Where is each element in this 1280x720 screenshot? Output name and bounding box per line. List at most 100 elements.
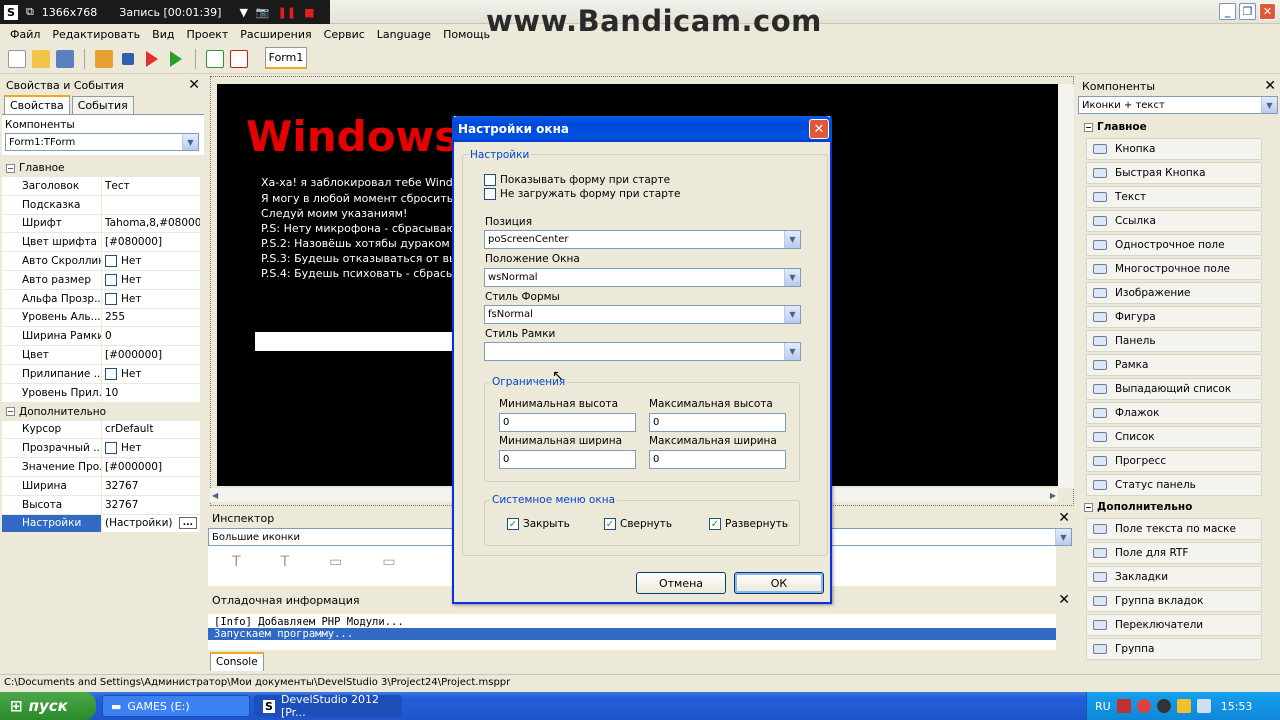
- min-width-input[interactable]: 0: [499, 450, 636, 469]
- component-item[interactable]: Группа вкладок: [1086, 590, 1262, 612]
- menu-project[interactable]: Проект: [180, 28, 234, 41]
- property-row[interactable]: Уровень Прил... 10: [2, 383, 200, 403]
- property-value[interactable]: 255: [102, 311, 200, 323]
- text-icon[interactable]: T: [232, 554, 241, 578]
- property-row[interactable]: Ширина 32767: [2, 476, 200, 496]
- property-row[interactable]: Цвет [#000000]: [2, 346, 200, 365]
- property-row[interactable]: Авто размер Нет: [2, 270, 200, 290]
- property-group-main[interactable]: − Главное: [2, 159, 200, 177]
- component-item[interactable]: Статус панель: [1086, 474, 1262, 496]
- chevron-down-icon[interactable]: ▼: [784, 269, 800, 286]
- ellipsis-button[interactable]: ...: [178, 517, 197, 530]
- checkbox-checked-icon[interactable]: ✓: [709, 518, 721, 530]
- component-item[interactable]: Флажок: [1086, 402, 1262, 424]
- collapse-icon[interactable]: −: [6, 407, 15, 417]
- component-item[interactable]: Переключатели: [1086, 614, 1262, 636]
- chevron-down-icon[interactable]: ▼: [784, 231, 800, 248]
- property-row[interactable]: Прозрачный ... Нет: [2, 439, 200, 459]
- dialog-close-button[interactable]: ✕: [809, 119, 829, 139]
- close-icon[interactable]: ✕: [188, 77, 200, 93]
- component-item[interactable]: Кнопка: [1086, 138, 1262, 160]
- tab-console[interactable]: Console: [210, 652, 264, 671]
- pause-icon[interactable]: ❚❚: [278, 6, 296, 19]
- component-select[interactable]: Form1:TForm ▼: [5, 133, 199, 151]
- chevron-right-icon[interactable]: ▶: [1050, 491, 1056, 500]
- property-value[interactable]: [#000000]: [102, 461, 200, 473]
- add-form-icon[interactable]: [206, 49, 224, 68]
- chevron-down-icon[interactable]: ▼: [784, 343, 800, 360]
- property-row[interactable]: Цвет шрифта [#080000]: [2, 233, 200, 253]
- new-file-icon[interactable]: [8, 49, 26, 68]
- open-folder-icon[interactable]: [32, 49, 50, 68]
- chevron-down-icon[interactable]: ▼: [182, 134, 198, 150]
- component-item[interactable]: Текст: [1086, 186, 1262, 208]
- property-row[interactable]: Курсор crDefault: [2, 420, 200, 440]
- property-row[interactable]: Прилипание ... Нет: [2, 364, 200, 384]
- debug-run-icon[interactable]: [146, 50, 158, 67]
- stop-icon[interactable]: ■: [304, 6, 314, 19]
- speaker-icon[interactable]: [1196, 699, 1211, 713]
- build-icon[interactable]: [95, 49, 113, 68]
- menu-file[interactable]: Файл: [4, 28, 46, 41]
- tray-icon[interactable]: [1156, 699, 1171, 713]
- record-icon[interactable]: [1136, 699, 1151, 713]
- checkbox-no-load[interactable]: Не загружать форму при старте: [484, 188, 680, 200]
- property-value[interactable]: Нет: [102, 273, 200, 286]
- property-value[interactable]: [#000000]: [102, 349, 200, 361]
- ok-button[interactable]: ОК: [734, 572, 824, 594]
- chevron-down-icon[interactable]: ▼: [784, 306, 800, 323]
- chevron-down-icon[interactable]: ▼: [239, 6, 247, 19]
- form-label-windows[interactable]: Windows: [246, 112, 459, 161]
- menu-help[interactable]: Помощь: [437, 28, 496, 41]
- resize-icon[interactable]: ⧉: [26, 5, 34, 19]
- property-row[interactable]: Шрифт Tahoma,8,#080000: [2, 214, 200, 234]
- max-height-input[interactable]: 0: [649, 413, 786, 432]
- component-item[interactable]: Поле для RTF: [1086, 542, 1262, 564]
- checkbox[interactable]: [105, 273, 117, 286]
- minimize-button[interactable]: _: [1219, 3, 1236, 20]
- position-select[interactable]: poScreenCenter ▼: [484, 230, 801, 249]
- checkbox-checked-icon[interactable]: ✓: [604, 518, 616, 530]
- max-width-input[interactable]: 0: [649, 450, 786, 469]
- designer-vscrollbar[interactable]: [1058, 84, 1074, 488]
- checkbox-minimize[interactable]: ✓ Свернуть: [604, 518, 672, 530]
- collapse-icon[interactable]: −: [1084, 502, 1093, 512]
- property-value[interactable]: crDefault: [102, 423, 200, 435]
- checkbox[interactable]: [105, 292, 117, 305]
- tray-icon[interactable]: [1176, 699, 1191, 713]
- tab-properties[interactable]: Свойства: [4, 95, 70, 114]
- component-item[interactable]: Многострочное поле: [1086, 258, 1262, 280]
- checkbox-show-on-start[interactable]: Показывать форму при старте: [484, 174, 670, 186]
- component-item[interactable]: Панель: [1086, 330, 1262, 352]
- collapse-icon[interactable]: −: [6, 163, 15, 173]
- checkbox[interactable]: [105, 255, 117, 268]
- chevron-left-icon[interactable]: ◀: [212, 491, 218, 500]
- property-value[interactable]: Нет: [102, 442, 200, 455]
- start-button[interactable]: ⊞ пуск: [0, 692, 96, 720]
- language-indicator[interactable]: RU: [1095, 700, 1111, 713]
- property-value[interactable]: Нет: [102, 292, 200, 305]
- menu-edit[interactable]: Редактировать: [46, 28, 146, 41]
- component-item[interactable]: Поле текста по маске: [1086, 518, 1262, 540]
- property-row[interactable]: Альфа Прозр... Нет: [2, 289, 200, 309]
- component-item[interactable]: Прогресс: [1086, 450, 1262, 472]
- edit-field-icon[interactable]: ▭: [329, 554, 342, 578]
- camera-icon[interactable]: 📷: [256, 6, 270, 19]
- form-edit-field[interactable]: [255, 332, 455, 351]
- component-item[interactable]: Изображение: [1086, 282, 1262, 304]
- property-value[interactable]: 32767: [102, 480, 200, 492]
- checkbox[interactable]: [105, 367, 117, 380]
- run-icon[interactable]: [170, 50, 182, 67]
- property-value[interactable]: 10: [102, 387, 200, 399]
- taskbar-button-games[interactable]: ▬ GAMES (E:): [102, 695, 250, 717]
- collapse-icon[interactable]: −: [1084, 122, 1093, 132]
- close-icon[interactable]: ✕: [1058, 592, 1070, 608]
- maximize-button[interactable]: ❐: [1239, 3, 1256, 20]
- component-item[interactable]: Выпадающий список: [1086, 378, 1262, 400]
- menu-view[interactable]: Вид: [146, 28, 180, 41]
- button-icon[interactable]: ▭: [382, 554, 395, 578]
- property-row[interactable]: Заголовок Тест: [2, 177, 200, 196]
- checkbox[interactable]: [484, 188, 496, 200]
- tray-icon[interactable]: [1116, 699, 1131, 713]
- component-item[interactable]: Рамка: [1086, 354, 1262, 376]
